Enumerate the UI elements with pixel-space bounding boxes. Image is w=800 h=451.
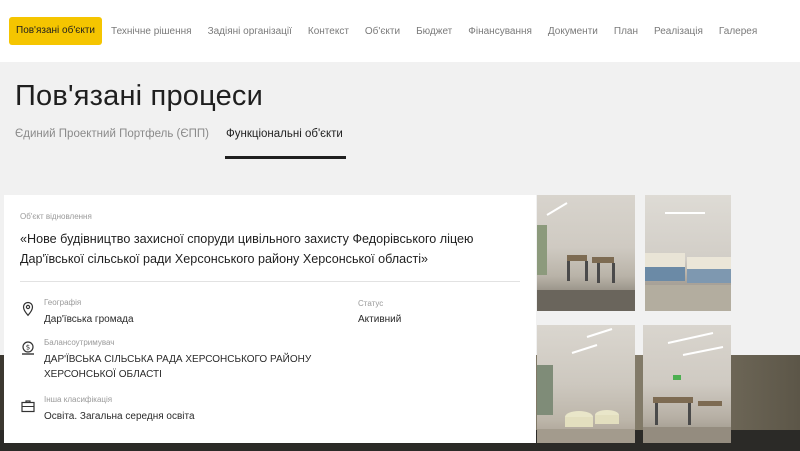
location-pin-icon: [20, 301, 36, 317]
status-value: Активний: [358, 314, 402, 325]
gallery-photo-1[interactable]: [537, 195, 635, 311]
tab-functional-objects[interactable]: Функціональні об'єкти: [226, 128, 343, 140]
nav-item-technical-solution[interactable]: Технічне рішення: [111, 26, 192, 37]
gallery-photo-4[interactable]: [643, 325, 731, 443]
geography-value: Дар'ївська громада: [44, 314, 134, 325]
classification-value: Освіта. Загальна середня освіта: [44, 411, 195, 422]
holder-label: Балансоутримувач: [44, 338, 115, 347]
tab-project-portfolio[interactable]: Єдиний Проектний Портфель (ЄПП): [15, 128, 209, 140]
nav-item-implementation[interactable]: Реалізація: [654, 26, 703, 37]
gallery-photo-2[interactable]: [645, 195, 731, 311]
money-bag-icon: $: [20, 340, 36, 356]
nav-item-organizations[interactable]: Задіяні організації: [208, 26, 292, 37]
nav-item-context[interactable]: Контекст: [308, 26, 349, 37]
nav-item-gallery[interactable]: Галерея: [719, 26, 757, 37]
card-kicker: Об'єкт відновлення: [20, 212, 92, 221]
gallery-photo-3[interactable]: [537, 325, 635, 443]
nav-item-financing[interactable]: Фінансування: [468, 26, 532, 37]
nav-item-related-objects[interactable]: Пов'язані об'єкти: [9, 17, 103, 45]
geography-label: Географія: [44, 298, 82, 307]
card-divider: [20, 281, 520, 282]
page-title: Пов'язані процеси: [15, 80, 264, 112]
nav-item-objects[interactable]: Об'єкти: [365, 26, 400, 37]
svg-text:$: $: [26, 344, 30, 352]
object-card[interactable]: Об'єкт відновлення «Нове будівництво зах…: [4, 195, 536, 443]
nav-item-documents[interactable]: Документи: [548, 26, 598, 37]
tab-bar: Єдиний Проектний Портфель (ЄПП) Функціон…: [0, 128, 400, 162]
nav-item-budget[interactable]: Бюджет: [416, 26, 452, 37]
briefcase-icon: [20, 398, 36, 414]
classification-label: Інша класифікація: [44, 395, 113, 404]
active-tab-indicator: [225, 156, 346, 159]
status-label: Статус: [358, 299, 384, 308]
nav-item-plan[interactable]: План: [614, 26, 638, 37]
card-title[interactable]: «Нове будівництво захисної споруди цивіл…: [20, 229, 520, 269]
holder-value: ДАР'ЇВСЬКА СІЛЬСЬКА РАДА ХЕРСОНСЬКОГО РА…: [44, 354, 312, 380]
top-nav: Пов'язані об'єкти Технічне рішення Задія…: [0, 0, 800, 62]
